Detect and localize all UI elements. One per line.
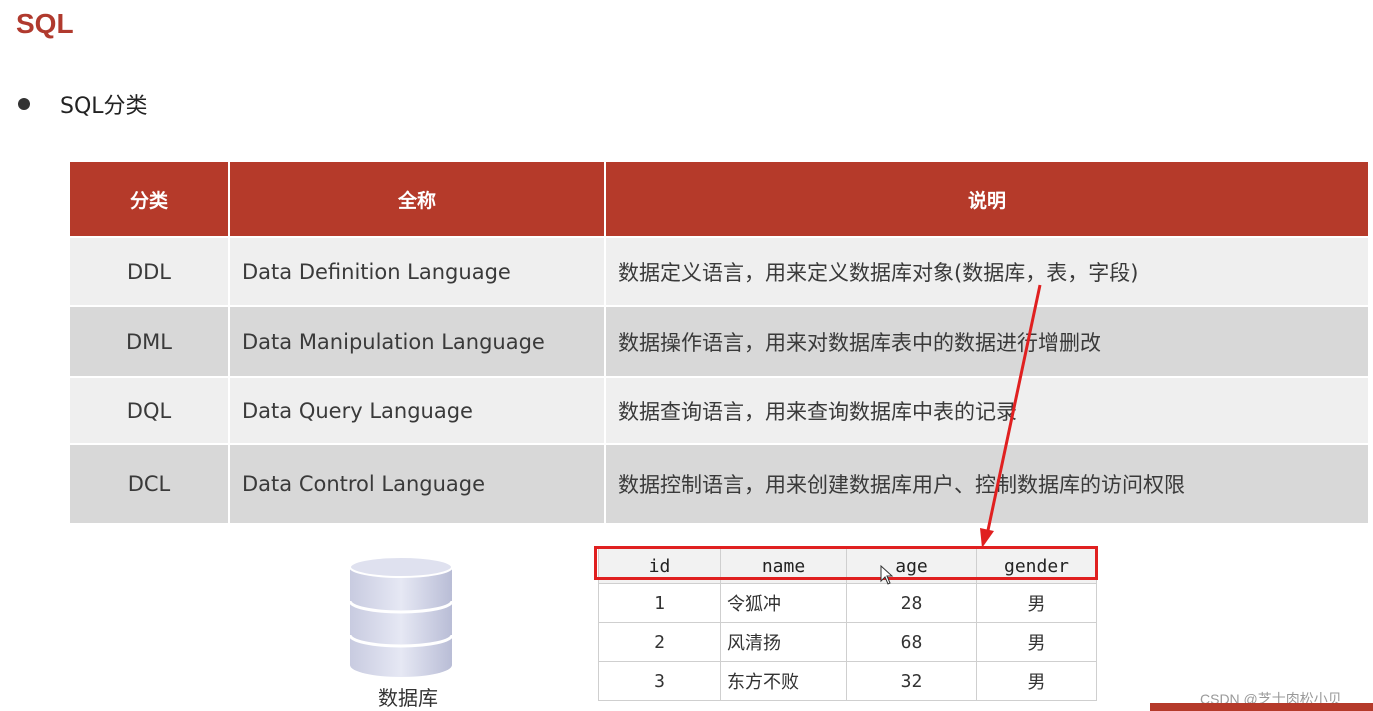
bullet-dot-icon xyxy=(18,98,30,110)
bullet-item: SQL分类 xyxy=(18,88,148,120)
cell-category: DQL xyxy=(70,376,230,444)
cell-category: DDL xyxy=(70,236,230,306)
cell-name: 东方不败 xyxy=(720,661,847,701)
slide-title: SQL xyxy=(16,8,74,39)
sql-classification-table: 分类 全称 说明 DDL Data Definition Language 数据… xyxy=(70,162,1368,523)
mouse-cursor-icon xyxy=(880,565,894,585)
header-category: 分类 xyxy=(70,162,230,237)
bullet-text: SQL分类 xyxy=(60,94,148,119)
corner-decoration xyxy=(1150,703,1373,711)
cell-age: 28 xyxy=(846,583,977,623)
cell-category: DML xyxy=(70,305,230,377)
cell-name: 令狐冲 xyxy=(720,583,847,623)
table-row: DCL Data Control Language 数据控制语言，用来创建数据库… xyxy=(70,443,1368,523)
cell-id: 3 xyxy=(598,661,721,701)
header-highlight-box xyxy=(594,546,1098,580)
table-row: 2 风清扬 68 男 xyxy=(598,622,1097,662)
cell-name: 风清扬 xyxy=(720,622,847,662)
cell-full-name: Data Query Language xyxy=(229,376,606,444)
header-description: 说明 xyxy=(605,162,1368,237)
cell-description: 数据操作语言，用来对数据库表中的数据进行增删改 xyxy=(605,305,1368,377)
cell-full-name: Data Control Language xyxy=(229,443,606,523)
table-row: DQL Data Query Language 数据查询语言，用来查询数据库中表… xyxy=(70,376,1368,444)
cell-id: 1 xyxy=(598,583,721,623)
database-icon xyxy=(348,556,454,677)
cell-description: 数据控制语言，用来创建数据库用户、控制数据库的访问权限 xyxy=(605,443,1368,523)
header-full-name: 全称 xyxy=(229,162,606,237)
cell-id: 2 xyxy=(598,622,721,662)
table-row: DML Data Manipulation Language 数据操作语言，用来… xyxy=(70,305,1368,377)
cell-category: DCL xyxy=(70,443,230,523)
cell-age: 68 xyxy=(846,622,977,662)
cell-full-name: Data Manipulation Language xyxy=(229,305,606,377)
table-row: 3 东方不败 32 男 xyxy=(598,661,1097,701)
table-row: DDL Data Definition Language 数据定义语言，用来定义… xyxy=(70,236,1368,306)
cell-age: 32 xyxy=(846,661,977,701)
table-row: 1 令狐冲 28 男 xyxy=(598,583,1097,623)
cell-gender: 男 xyxy=(976,622,1097,662)
cell-gender: 男 xyxy=(976,661,1097,701)
database-label: 数据库 xyxy=(378,686,438,710)
cell-gender: 男 xyxy=(976,583,1097,623)
cell-full-name: Data Definition Language xyxy=(229,236,606,306)
cell-description: 数据定义语言，用来定义数据库对象(数据库，表，字段) xyxy=(605,236,1368,306)
cell-description: 数据查询语言，用来查询数据库中表的记录 xyxy=(605,376,1368,444)
table-header-row: 分类 全称 说明 xyxy=(70,162,1368,237)
